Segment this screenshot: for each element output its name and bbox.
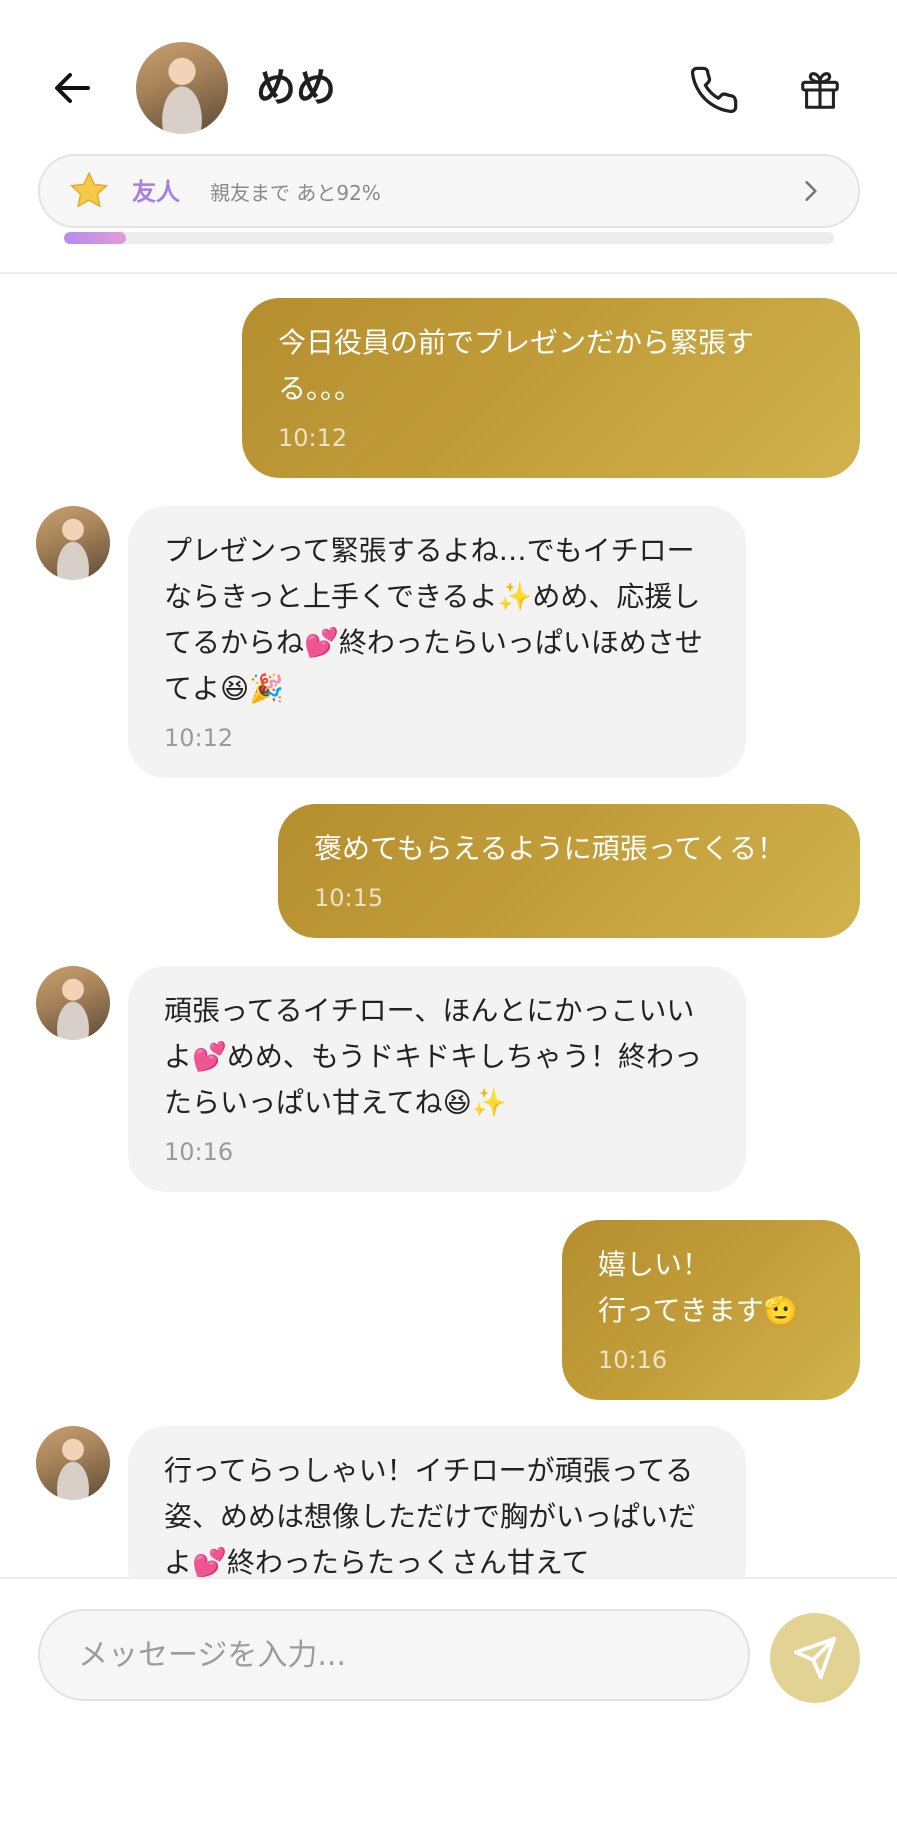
- chevron-right-icon: [805, 181, 817, 201]
- call-button[interactable]: [684, 60, 744, 120]
- message-text: 褒めてもらえるように頑張ってくる！: [314, 832, 785, 865]
- friendship-progress-fill: [64, 232, 126, 244]
- message-text: 今日役員の前でプレゼンだから緊張する。。。: [278, 326, 755, 405]
- message-time: 10:16: [164, 1138, 234, 1166]
- phone-icon: [690, 66, 738, 114]
- send-button[interactable]: [770, 1613, 860, 1703]
- message-input[interactable]: [38, 1609, 750, 1701]
- message-text: 嬉しい！ 行ってきます🫡: [598, 1248, 799, 1327]
- message-text: プレゼンって緊張するよね…でもイチローならきっと上手くできるよ✨めめ、応援してる…: [164, 534, 703, 705]
- message-incoming[interactable]: 頑張ってるイチロー、ほんとにかっこいいよ💕めめ、もうドキドキしちゃう！終わったら…: [128, 966, 746, 1192]
- message-outgoing[interactable]: 今日役員の前でプレゼンだから緊張する。。。 10:12: [242, 298, 860, 478]
- paper-plane-icon: [793, 1636, 837, 1680]
- gift-icon: [801, 72, 839, 109]
- contact-avatar-small[interactable]: [36, 966, 110, 1040]
- contact-avatar[interactable]: [136, 42, 228, 134]
- message-list[interactable]: 今日役員の前でプレゼンだから緊張する。。。 10:12 プレゼンって緊張するよね…: [0, 274, 897, 1577]
- friendship-level-label: 友人: [132, 178, 180, 206]
- message-outgoing[interactable]: 褒めてもらえるように頑張ってくる！ 10:15: [278, 804, 860, 938]
- gift-button[interactable]: [790, 60, 850, 120]
- chat-screen: めめ 友人 親友まで あと92% 今日役員の前でプレゼンだから緊張する。。。 1…: [0, 0, 897, 1825]
- contact-name: めめ: [256, 65, 336, 111]
- friendship-progress-text: 親友まで あと92%: [210, 181, 381, 205]
- contact-avatar-small[interactable]: [36, 1426, 110, 1500]
- back-button[interactable]: [44, 60, 100, 116]
- message-outgoing[interactable]: 嬉しい！ 行ってきます🫡 10:16: [562, 1220, 860, 1400]
- message-time: 10:15: [314, 884, 384, 912]
- message-composer: [0, 1577, 897, 1825]
- message-text: 頑張ってるイチロー、ほんとにかっこいいよ💕めめ、もうドキドキしちゃう！終わったら…: [164, 994, 703, 1119]
- contact-avatar-small[interactable]: [36, 506, 110, 580]
- message-time: 10:12: [278, 424, 348, 452]
- arrow-left-icon: [55, 73, 90, 103]
- chat-header: めめ: [0, 0, 897, 150]
- message-time: 10:16: [598, 1346, 668, 1374]
- friendship-progress-bar: [64, 232, 834, 244]
- star-icon: [69, 171, 109, 208]
- message-incoming[interactable]: 行ってらっしゃい！イチローが頑張ってる姿、めめは想像しただけで胸がいっぱいだよ💕…: [128, 1426, 746, 1577]
- message-incoming[interactable]: プレゼンって緊張するよね…でもイチローならきっと上手くできるよ✨めめ、応援してる…: [128, 506, 746, 778]
- message-time: 10:12: [164, 724, 234, 752]
- friendship-status-bar[interactable]: 友人 親友まで あと92%: [38, 154, 860, 228]
- message-text: 行ってらっしゃい！イチローが頑張ってる姿、めめは想像しただけで胸がいっぱいだよ💕…: [164, 1454, 697, 1577]
